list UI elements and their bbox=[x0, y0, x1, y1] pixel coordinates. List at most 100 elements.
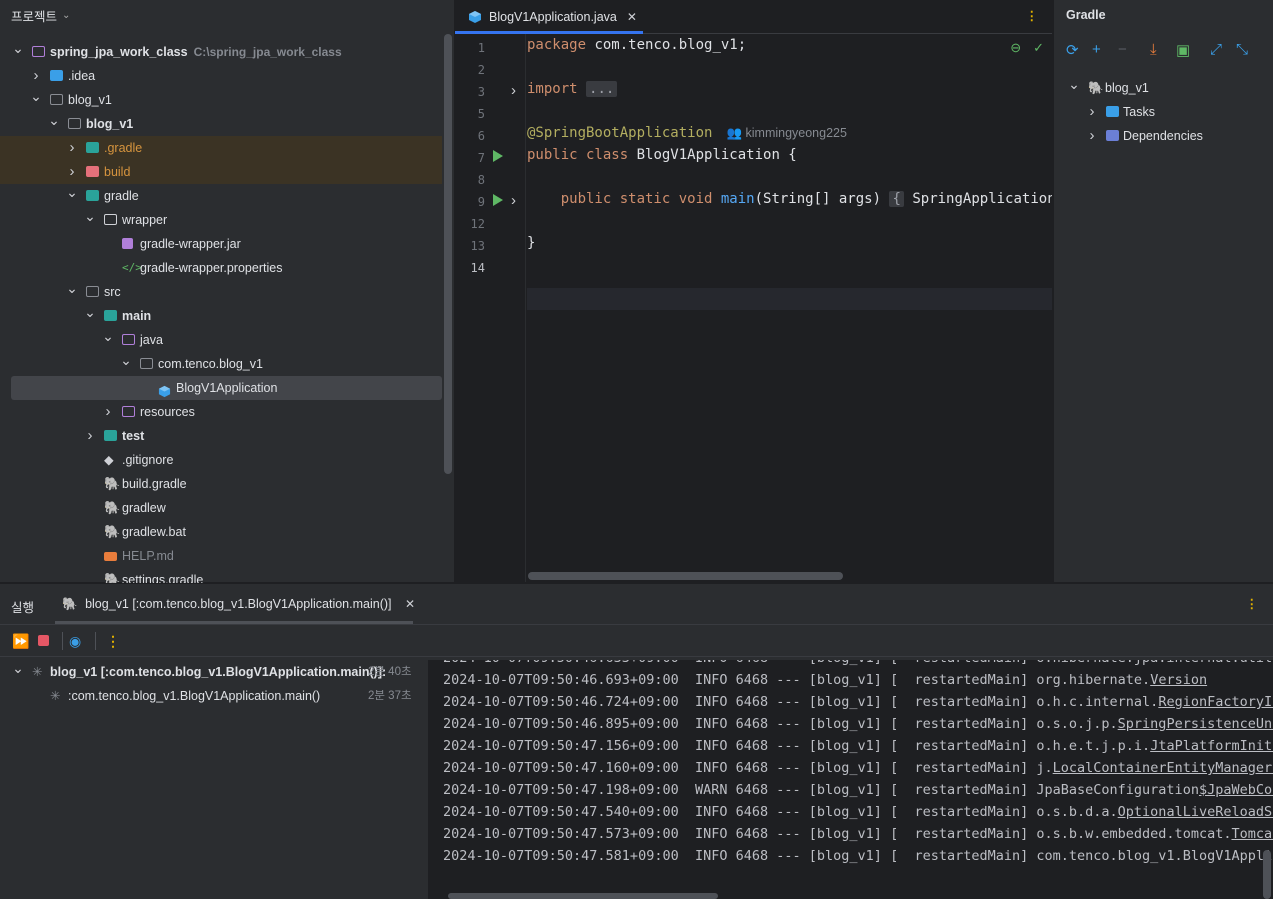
reload-icon[interactable]: ⟳ bbox=[1066, 41, 1079, 59]
gradle-tree-item[interactable]: › Tasks bbox=[1054, 100, 1273, 124]
log-logger-link[interactable]: LocalContainerEntityManagerF bbox=[1053, 760, 1273, 776]
console-output[interactable]: 2024-10-07T09:50:46.633+09:00 INFO 6468 … bbox=[428, 660, 1273, 899]
log-app: [blog_v1] bbox=[808, 738, 882, 754]
run-gutter-icon[interactable] bbox=[493, 150, 503, 162]
log-line: 2024-10-07T09:50:46.633+09:00 INFO 6468 … bbox=[443, 660, 1273, 666]
tree-item[interactable]: › resources bbox=[0, 400, 442, 424]
folded-body[interactable]: { bbox=[889, 191, 904, 207]
more-options-icon[interactable]: ⋮ bbox=[1026, 8, 1039, 23]
tree-item[interactable]: ⌄ com.tenco.blog_v1 bbox=[0, 352, 442, 376]
tree-item[interactable]: ⌄ blog_v1 bbox=[0, 88, 442, 112]
log-level: INFO bbox=[694, 804, 728, 820]
chevron-down-icon[interactable]: ⌄ bbox=[30, 84, 42, 108]
editor-horizontal-scrollbar[interactable] bbox=[528, 572, 843, 580]
log-logger-link[interactable]: RegionFactoryIn bbox=[1158, 694, 1273, 710]
run-gutter-icon[interactable] bbox=[493, 194, 503, 206]
gradle-tree-item[interactable]: ⌄ 🐘 blog_v1 bbox=[1054, 76, 1273, 100]
minus-icon[interactable]: − bbox=[1118, 41, 1127, 58]
tree-item[interactable]: › test bbox=[0, 424, 442, 448]
tree-item[interactable]: 🐘 gradlew.bat bbox=[0, 520, 442, 544]
expand-all-icon[interactable]: ⤢ bbox=[1210, 41, 1222, 58]
tree-item-label: src bbox=[104, 285, 121, 299]
log-logger-link[interactable]: SpringPersistenceUni bbox=[1118, 716, 1273, 732]
tree-item[interactable]: ⌄ wrapper bbox=[0, 208, 442, 232]
log-logger: o.s.o.j.p. bbox=[1036, 716, 1118, 732]
code-area[interactable]: package com.tenco.blog_v1; import ... @S… bbox=[527, 34, 1052, 582]
log-pid: 6468 bbox=[735, 804, 769, 820]
tree-item[interactable]: 🐘 gradlew bbox=[0, 496, 442, 520]
chevron-down-icon[interactable]: ⌄ bbox=[66, 276, 78, 300]
line-number: 12 bbox=[470, 217, 485, 231]
line-number: 1 bbox=[477, 41, 485, 55]
log-logger-link[interactable]: $JpaWebCon bbox=[1199, 782, 1273, 798]
chevron-right-icon[interactable]: › bbox=[102, 400, 114, 424]
plus-icon[interactable]: + bbox=[1092, 41, 1101, 58]
download-icon[interactable]: ⤓ bbox=[1150, 41, 1157, 58]
log-timestamp: 2024-10-07T09:50:47.573+09:00 bbox=[443, 826, 679, 842]
tree-item-label: HELP.md bbox=[122, 549, 174, 563]
tab-blogv1application-java[interactable]: BlogV1Application.java ✕ bbox=[455, 0, 643, 34]
collapse-all-icon[interactable]: ⤡ bbox=[1236, 41, 1248, 58]
chevron-down-icon[interactable]: ⌄ bbox=[102, 324, 114, 348]
chevron-down-icon[interactable]: ⌄ bbox=[48, 108, 60, 132]
dependencies-folder-icon bbox=[1106, 130, 1119, 141]
tree-item[interactable]: ◆ .gitignore bbox=[0, 448, 442, 472]
fold-chevron-icon[interactable]: › bbox=[511, 192, 516, 209]
chevron-right-icon[interactable]: › bbox=[1086, 100, 1098, 124]
chevron-down-icon[interactable]: ⌄ bbox=[120, 348, 132, 372]
run-tab[interactable]: 🐘 blog_v1 [:com.tenco.blog_v1.BlogV1Appl… bbox=[62, 597, 415, 612]
gradle-tree-item[interactable]: › Dependencies bbox=[1054, 124, 1273, 148]
chevron-right-icon[interactable]: › bbox=[1086, 124, 1098, 148]
tree-item[interactable]: BlogV1Application bbox=[11, 376, 442, 400]
chevron-down-icon[interactable]: ⌄ bbox=[84, 204, 96, 228]
more-actions-icon[interactable]: ⋮ bbox=[106, 633, 120, 650]
eye-icon[interactable]: ◉ bbox=[69, 633, 81, 650]
log-thread: [ restartedMain] bbox=[890, 848, 1029, 864]
fold-chevron-icon[interactable]: › bbox=[511, 82, 516, 99]
chevron-down-icon[interactable]: ⌄ bbox=[12, 656, 24, 680]
close-icon[interactable]: ✕ bbox=[405, 597, 415, 611]
chevron-right-icon[interactable]: › bbox=[84, 424, 96, 448]
tree-item[interactable]: › .idea bbox=[0, 64, 442, 88]
chevron-down-icon[interactable]: ⌄ bbox=[12, 36, 24, 60]
rerun-icon[interactable]: ⏩ bbox=[12, 633, 29, 650]
log-logger-link[interactable]: JtaPlatformIniti bbox=[1150, 738, 1273, 754]
tree-item[interactable]: ⌄ java bbox=[0, 328, 442, 352]
stop-icon[interactable] bbox=[38, 635, 49, 646]
tree-item-label: com.tenco.blog_v1 bbox=[158, 357, 263, 371]
log-logger-link[interactable]: OptionalLiveReloadSe bbox=[1118, 804, 1273, 820]
chevron-down-icon[interactable]: ⌄ bbox=[1068, 72, 1080, 96]
run-tree-item[interactable]: ⌄ ✳ blog_v1 [:com.tenco.blog_v1.BlogV1Appl… bbox=[0, 660, 428, 684]
log-logger-link[interactable]: Tomcat bbox=[1231, 826, 1273, 842]
project-panel-header[interactable]: 프로젝트 ⌄ bbox=[0, 0, 454, 30]
tree-item[interactable]: ⌄ src bbox=[0, 280, 442, 304]
run-tree-item[interactable]: ✳:com.tenco.blog_v1.BlogV1Application.ma… bbox=[0, 684, 428, 708]
log-pid: 6468 bbox=[735, 782, 769, 798]
tree-item[interactable]: HELP.md bbox=[0, 544, 442, 568]
inspection-widget[interactable]: ⊖ ✓ bbox=[1010, 40, 1044, 56]
project-scrollbar[interactable] bbox=[444, 34, 452, 474]
tree-item[interactable]: ⌄ spring_jpa_work_class C:\spring_jpa_work… bbox=[0, 40, 442, 64]
folded-imports[interactable]: ... bbox=[586, 81, 618, 97]
tree-item[interactable]: ⌄ gradle bbox=[0, 184, 442, 208]
chevron-right-icon[interactable]: › bbox=[66, 136, 78, 160]
terminal-icon[interactable]: ▣ bbox=[1176, 41, 1190, 59]
tree-item[interactable]: › .gradle bbox=[0, 136, 442, 160]
log-line: 2024-10-07T09:50:47.156+09:00 INFO 6468 … bbox=[443, 738, 1273, 754]
tree-item[interactable]: ⌄ main bbox=[0, 304, 442, 328]
chevron-down-icon[interactable]: ⌄ bbox=[84, 300, 96, 324]
log-pid: 6468 bbox=[735, 672, 769, 688]
console-horizontal-scrollbar[interactable] bbox=[448, 893, 718, 899]
close-icon[interactable]: ✕ bbox=[627, 10, 637, 24]
log-thread: [ restartedMain] bbox=[890, 716, 1029, 732]
log-thread: [ restartedMain] bbox=[890, 760, 1029, 776]
tree-item[interactable]: 🐘 build.gradle bbox=[0, 472, 442, 496]
tree-item[interactable]: gradle-wrapper.jar bbox=[0, 232, 442, 256]
log-line: 2024-10-07T09:50:47.198+09:00 WARN 6468 … bbox=[443, 782, 1273, 798]
log-logger-link[interactable]: Version bbox=[1150, 672, 1207, 688]
tree-item[interactable]: ⌄ blog_v1 bbox=[0, 112, 442, 136]
chevron-down-icon[interactable]: ⌄ bbox=[62, 10, 70, 21]
console-vertical-scrollbar[interactable] bbox=[1263, 850, 1271, 899]
chevron-down-icon[interactable]: ⌄ bbox=[66, 180, 78, 204]
more-options-icon[interactable]: ⋮ bbox=[1246, 596, 1259, 611]
